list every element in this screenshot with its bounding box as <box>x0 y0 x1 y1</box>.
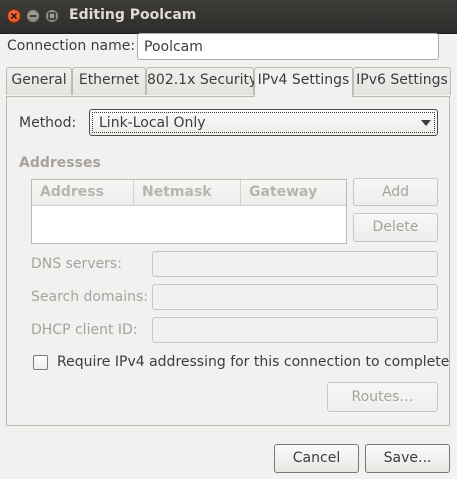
addresses-table-header: Address Netmask Gateway <box>32 180 346 206</box>
dhcp-client-id-label: DHCP client ID: <box>31 322 138 338</box>
search-domains-label: Search domains: <box>31 289 148 305</box>
window-title: Editing Poolcam <box>69 7 197 23</box>
maximize-button[interactable] <box>45 9 59 23</box>
addresses-heading: Addresses <box>19 155 101 171</box>
method-dropdown[interactable]: Link-Local Only <box>89 109 438 136</box>
tab-8021x-security[interactable]: 802.1x Security <box>146 67 257 95</box>
connection-name-input[interactable] <box>137 33 439 60</box>
close-button[interactable] <box>7 9 21 23</box>
title-bar[interactable]: Editing Poolcam <box>0 0 457 34</box>
cancel-button[interactable]: Cancel <box>274 444 359 473</box>
routes-button[interactable]: Routes… <box>327 382 438 412</box>
require-ipv4-label[interactable]: Require IPv4 addressing for this connect… <box>57 354 449 370</box>
require-ipv4-checkbox[interactable] <box>33 355 48 370</box>
dhcp-client-id-field[interactable] <box>152 317 438 343</box>
column-header-address[interactable]: Address <box>32 180 133 205</box>
add-address-button[interactable]: Add <box>353 178 438 206</box>
connection-name-label: Connection name: <box>7 38 136 54</box>
dns-servers-label: DNS servers: <box>31 256 122 272</box>
minimize-icon <box>30 15 36 17</box>
dns-servers-field[interactable] <box>152 251 438 277</box>
save-button[interactable]: Save... <box>365 444 450 473</box>
search-domains-field[interactable] <box>152 284 438 310</box>
tab-ipv6-settings[interactable]: IPv6 Settings <box>353 67 451 95</box>
method-label: Method: <box>19 115 77 131</box>
maximize-icon <box>48 12 56 20</box>
close-icon <box>10 12 18 20</box>
method-value: Link-Local Only <box>99 115 206 131</box>
tab-ipv4-settings[interactable]: IPv4 Settings <box>254 67 353 97</box>
column-header-gateway[interactable]: Gateway <box>240 180 346 205</box>
tab-general[interactable]: General <box>6 67 72 95</box>
tab-ethernet[interactable]: Ethernet <box>72 67 146 95</box>
addresses-table[interactable]: Address Netmask Gateway <box>31 179 347 244</box>
chevron-down-icon <box>421 120 431 126</box>
dialog-window: Editing Poolcam Connection name: General… <box>0 0 457 479</box>
delete-address-button[interactable]: Delete <box>353 213 438 242</box>
minimize-button[interactable] <box>26 9 40 23</box>
column-header-netmask[interactable]: Netmask <box>133 180 240 205</box>
